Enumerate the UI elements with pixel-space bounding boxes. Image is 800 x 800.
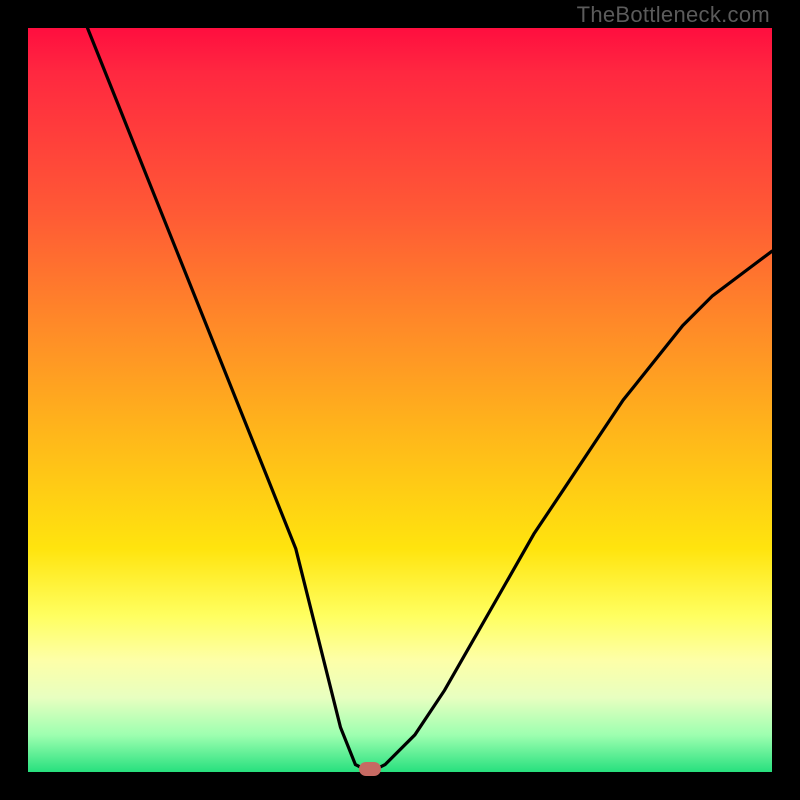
chart-frame: TheBottleneck.com <box>0 0 800 800</box>
curve-path <box>88 28 773 772</box>
optimal-point-marker <box>359 762 381 776</box>
bottleneck-curve <box>28 28 772 772</box>
watermark-text: TheBottleneck.com <box>577 2 770 28</box>
gradient-plot-area <box>28 28 772 772</box>
